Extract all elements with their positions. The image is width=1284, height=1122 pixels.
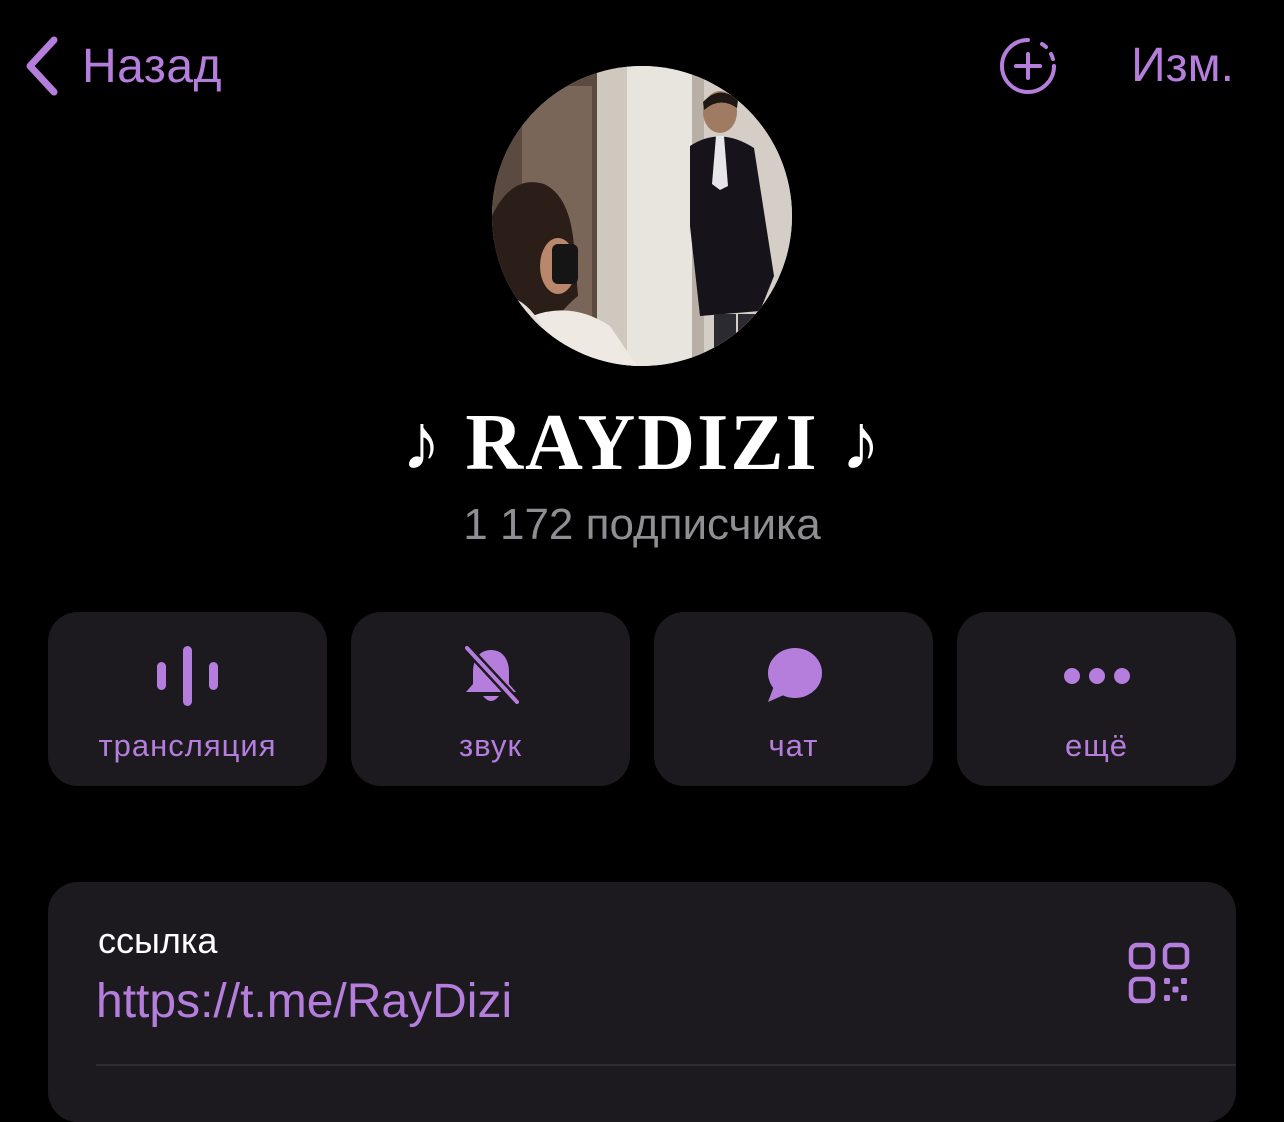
action-bar: трансляция звук чат ещё bbox=[48, 612, 1236, 786]
voice-chat-icon bbox=[156, 646, 218, 706]
voice-chat-button[interactable]: трансляция bbox=[48, 612, 327, 786]
qr-code-icon[interactable] bbox=[1128, 942, 1190, 1004]
add-story-icon bbox=[1000, 38, 1056, 94]
chat-button[interactable]: чат bbox=[654, 612, 933, 786]
voice-chat-label: трансляция bbox=[98, 728, 277, 763]
channel-link[interactable]: https://t.me/RayDizi bbox=[96, 974, 512, 1029]
chat-label: чат bbox=[768, 728, 819, 763]
chat-bubble-icon bbox=[767, 648, 822, 702]
subscriber-count: 1 172 подписчика bbox=[463, 500, 821, 549]
more-dots-icon bbox=[1063, 668, 1130, 684]
info-card: ссылка https://t.me/RayDizi bbox=[48, 882, 1236, 1122]
more-label: ещё bbox=[1065, 728, 1128, 763]
avatar-photo bbox=[492, 66, 792, 366]
link-caption: ссылка bbox=[98, 920, 218, 961]
more-button[interactable]: ещё bbox=[957, 612, 1236, 786]
bell-muted-icon bbox=[462, 644, 521, 707]
back-button[interactable]: Назад bbox=[22, 34, 222, 98]
sound-button[interactable]: звук bbox=[351, 612, 630, 786]
edit-button[interactable]: Изм. bbox=[1131, 38, 1234, 93]
channel-title: ♪ RAYDIZI ♪ bbox=[401, 399, 883, 487]
add-story-button[interactable] bbox=[998, 36, 1058, 96]
channel-avatar[interactable] bbox=[492, 66, 792, 366]
sound-label: звук bbox=[458, 728, 523, 763]
chevron-left-icon bbox=[26, 36, 58, 96]
card-divider bbox=[96, 1064, 1236, 1066]
back-label: Назад bbox=[82, 39, 223, 93]
